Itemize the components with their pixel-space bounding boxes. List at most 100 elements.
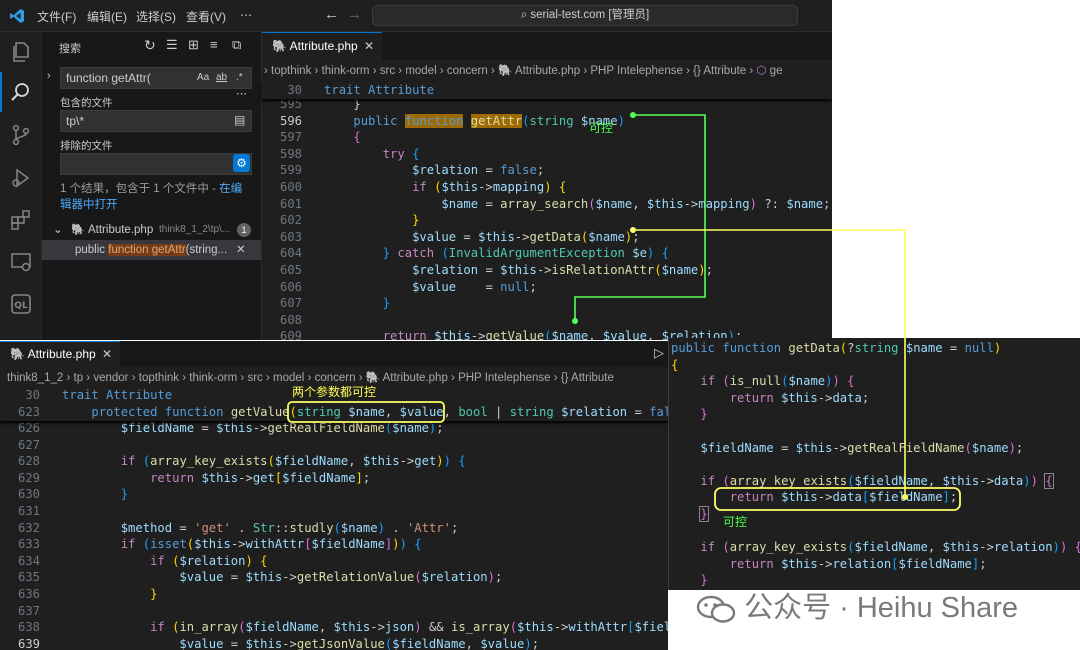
- breadcrumb-item[interactable]: Attribute.php: [515, 65, 580, 77]
- include-files-input[interactable]: tp\*: [60, 110, 252, 132]
- tab-bar: 🐘 Attribute.php ✕ ▷: [0, 341, 668, 367]
- breadcrumb-item[interactable]: model: [405, 65, 436, 77]
- close-icon[interactable]: ✕: [236, 240, 246, 260]
- more-options-icon[interactable]: ⋯: [236, 87, 247, 100]
- regex-toggle[interactable]: .*: [236, 72, 243, 83]
- breadcrumb-item[interactable]: topthink: [271, 65, 311, 77]
- forward-arrow-icon[interactable]: →: [347, 6, 362, 23]
- controllable-annotation: 可控: [723, 515, 748, 529]
- editor-window-top: 文件(F) 编辑(E) 选择(S) 查看(V) ⋯ ← → ⌕ serial-t…: [0, 0, 832, 340]
- breadcrumb-item[interactable]: think-orm: [189, 372, 237, 384]
- match-highlight: function getAttr: [108, 244, 186, 256]
- breadcrumb-item[interactable]: topthink: [139, 372, 179, 384]
- codeql-icon[interactable]: QL: [9, 292, 33, 316]
- code-view[interactable]: 595 } 596 public function getAttr(string…: [262, 96, 832, 340]
- match-suffix: (string...: [185, 244, 228, 256]
- wechat-logo-icon: [696, 596, 736, 624]
- activity-bar: QL: [0, 32, 42, 340]
- breadcrumb-item[interactable]: PHP Intelephense: [590, 65, 683, 77]
- breadcrumb-item[interactable]: src: [380, 65, 395, 77]
- breadcrumb: › topthink › think-orm › src › model › c…: [262, 65, 783, 77]
- breadcrumb-item[interactable]: think8_1_2: [7, 372, 63, 384]
- close-icon[interactable]: ✕: [364, 33, 374, 60]
- breadcrumb-item[interactable]: ›: [262, 65, 268, 77]
- tab-attribute-php[interactable]: 🐘 Attribute.php ✕: [0, 341, 120, 367]
- open-in-editor-link-cont[interactable]: 辑器中打开: [60, 199, 118, 211]
- breadcrumb-item[interactable]: Attribute.php: [383, 372, 448, 384]
- menu-edit[interactable]: 编辑(E): [87, 8, 127, 25]
- tab-label: Attribute.php: [27, 347, 96, 361]
- menu-file[interactable]: 文件(F): [37, 8, 76, 25]
- php-file-icon: 🐘: [71, 224, 85, 236]
- include-label: 包含的文件: [60, 97, 113, 109]
- remote-explorer-icon[interactable]: [9, 250, 33, 274]
- close-icon[interactable]: ✕: [102, 342, 112, 367]
- php-file-icon: 🐘: [272, 39, 290, 53]
- search-icon[interactable]: [9, 80, 33, 104]
- menu-selection[interactable]: 选择(S): [136, 8, 176, 25]
- controllable-annotation: 可控: [589, 121, 614, 135]
- gear-icon[interactable]: ⚙: [233, 154, 250, 172]
- breadcrumb-item[interactable]: vendor: [93, 372, 128, 384]
- back-arrow-icon[interactable]: ←: [324, 6, 339, 23]
- match-case-toggle[interactable]: Aa: [197, 72, 209, 83]
- include-input-value: tp\*: [66, 114, 85, 128]
- chevron-right-icon[interactable]: ›: [47, 70, 51, 82]
- breadcrumb-item[interactable]: think-orm: [322, 65, 370, 77]
- breadcrumb-item[interactable]: ge: [770, 65, 783, 77]
- run-debug-icon[interactable]: [9, 166, 33, 190]
- command-center-label: serial-test.com [管理员]: [530, 9, 650, 21]
- method-icon: ⬡: [756, 65, 767, 77]
- result-file-path: think8_1_2\tp\...: [159, 224, 231, 235]
- collapse-all-icon[interactable]: ⧉: [232, 37, 241, 53]
- breadcrumb-item[interactable]: tp: [74, 372, 84, 384]
- tab-bar: 🐘 Attribute.php ✕: [262, 32, 832, 60]
- breadcrumb-item[interactable]: {} Attribute: [561, 372, 614, 384]
- both-params-controllable-annotation: 两个参数都可控: [292, 385, 377, 399]
- line-number: 30: [25, 388, 40, 402]
- command-center[interactable]: ⌕ serial-test.com [管理员]: [372, 5, 798, 26]
- tab-attribute-php[interactable]: 🐘 Attribute.php ✕: [262, 32, 382, 60]
- editor-pane-top: 🐘 Attribute.php ✕ › topthink › think-orm…: [262, 32, 832, 340]
- exclude-label: 排除的文件: [60, 140, 113, 152]
- result-match-row[interactable]: public function getAttr(string... ✕: [42, 240, 261, 260]
- menu-view[interactable]: 查看(V): [186, 8, 226, 25]
- php-file-icon: 🐘: [498, 65, 513, 77]
- search-input-value: function getAttr(: [66, 71, 151, 85]
- active-indicator: [0, 72, 2, 112]
- breadcrumb-item[interactable]: concern: [447, 65, 488, 77]
- result-summary-text: 1 个结果，包含于 1 个文件中 -: [60, 183, 220, 195]
- exclude-files-input[interactable]: [60, 153, 252, 175]
- breadcrumb-item[interactable]: {} Attribute: [693, 65, 746, 77]
- match-word-toggle[interactable]: ab: [216, 72, 227, 83]
- code-view[interactable]: 626 $fieldName = $this->getRealFieldName…: [0, 420, 668, 650]
- match-prefix: public: [75, 244, 109, 256]
- new-search-editor-icon[interactable]: ⊞: [188, 37, 199, 53]
- sidebar-title: 搜索: [59, 43, 81, 55]
- explorer-icon[interactable]: [9, 40, 33, 64]
- breadcrumb-item[interactable]: PHP Intelephense: [458, 372, 551, 384]
- menu-more[interactable]: ⋯: [240, 8, 252, 22]
- breadcrumb-item[interactable]: src: [247, 372, 262, 384]
- clear-results-icon[interactable]: ☰: [166, 37, 178, 53]
- result-file-name: Attribute.php: [88, 224, 154, 236]
- sticky-scroll-line[interactable]: 30 trait Attribute: [262, 82, 832, 99]
- result-file-row[interactable]: ⌄ 🐘 Attribute.php think8_1_2\tp\... 1: [42, 220, 261, 240]
- editor-window-bottom-right: public function getData(?string $name = …: [668, 338, 1080, 590]
- code-view[interactable]: public function getData(?string $name = …: [671, 340, 1080, 589]
- search-icon: ⌕: [520, 9, 531, 21]
- result-count-badge: 1: [237, 223, 251, 237]
- vscode-logo-icon: [10, 9, 24, 23]
- open-editors-only-icon[interactable]: ▤: [234, 113, 245, 127]
- watermark: 公众号 · Heihu Share: [696, 588, 1080, 628]
- sticky-code: trait Attribute: [324, 83, 435, 97]
- source-control-icon[interactable]: [9, 123, 33, 147]
- view-as-tree-icon[interactable]: ≡: [210, 37, 218, 52]
- open-in-editor-link[interactable]: 在编: [219, 183, 242, 195]
- sticky-code: trait Attribute: [62, 388, 173, 402]
- editor-window-bottom-left: 🐘 Attribute.php ✕ ▷ think8_1_2 › tp › ve…: [0, 341, 668, 650]
- tab-label: Attribute.php: [289, 39, 358, 53]
- refresh-icon[interactable]: ↻: [144, 37, 156, 54]
- extensions-icon[interactable]: [9, 208, 33, 232]
- run-file-icon[interactable]: ▷: [654, 345, 664, 361]
